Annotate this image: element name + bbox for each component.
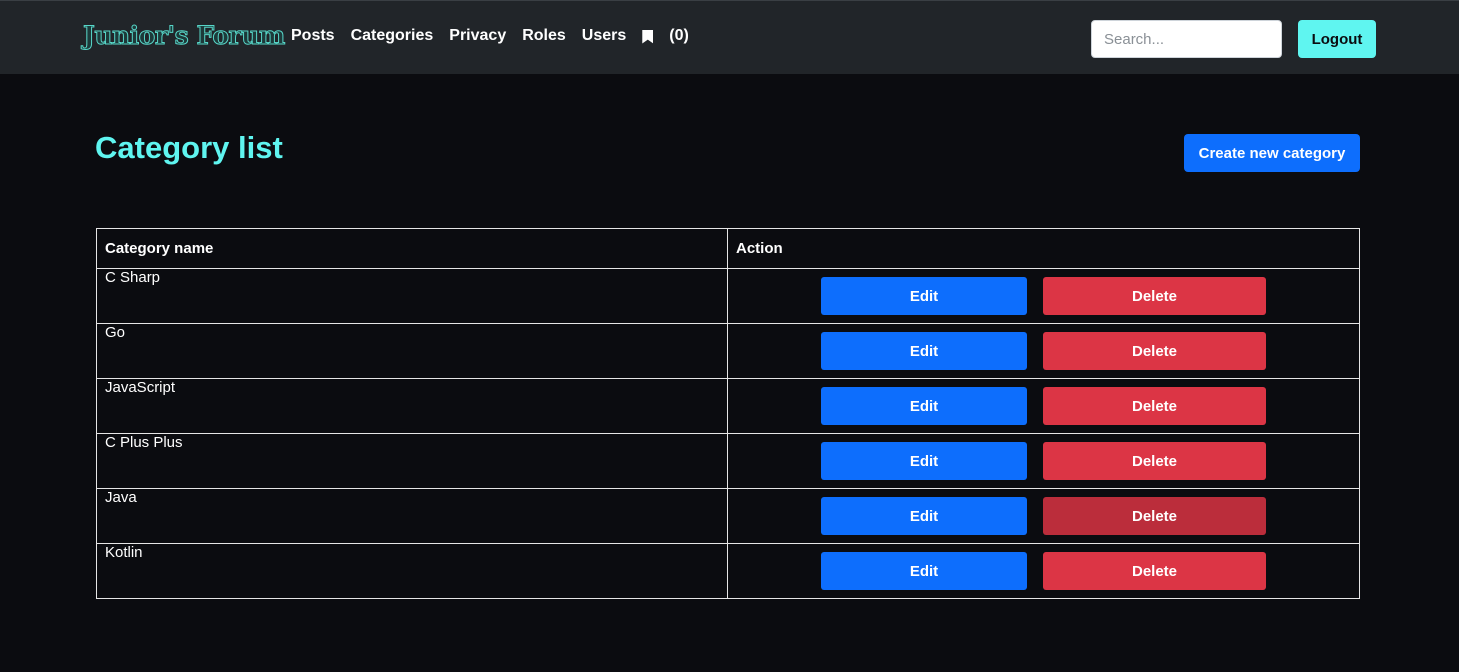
category-table: Category name Action C Sharp Edit Delete… [96, 228, 1360, 599]
delete-button[interactable]: Delete [1043, 552, 1266, 590]
action-cell: Edit Delete [727, 323, 1360, 379]
nav-links: Posts Categories Privacy Roles Users (0) [291, 27, 689, 45]
delete-button[interactable]: Delete [1043, 277, 1266, 315]
column-header-action: Action [727, 228, 1360, 269]
action-cell: Edit Delete [727, 268, 1360, 324]
category-name: Java [96, 488, 728, 544]
action-cell: Edit Delete [727, 543, 1360, 599]
nav-link-roles[interactable]: Roles [522, 27, 566, 45]
edit-button[interactable]: Edit [821, 387, 1027, 425]
category-name: Go [96, 323, 728, 379]
delete-button[interactable]: Delete [1043, 497, 1266, 535]
navbar: Junior's Forum Posts Categories Privacy … [0, 0, 1459, 74]
nav-link-posts[interactable]: Posts [291, 27, 335, 45]
page-title: Category list [95, 130, 283, 165]
table-row: Go Edit Delete [96, 323, 1360, 379]
delete-button[interactable]: Delete [1043, 332, 1266, 370]
bookmark-icon[interactable] [642, 29, 654, 44]
edit-button[interactable]: Edit [821, 277, 1027, 315]
nav-link-users[interactable]: Users [582, 27, 626, 45]
edit-button[interactable]: Edit [821, 552, 1027, 590]
create-category-button[interactable]: Create new category [1184, 134, 1360, 172]
column-header-category-name: Category name [96, 228, 728, 269]
edit-button[interactable]: Edit [821, 442, 1027, 480]
edit-button[interactable]: Edit [821, 497, 1027, 535]
table-row: Kotlin Edit Delete [96, 543, 1360, 599]
action-cell: Edit Delete [727, 433, 1360, 489]
table-header-row: Category name Action [96, 228, 1360, 269]
nav-link-categories[interactable]: Categories [351, 27, 434, 45]
action-cell: Edit Delete [727, 488, 1360, 544]
bookmark-count[interactable]: (0) [669, 27, 689, 45]
delete-button[interactable]: Delete [1043, 442, 1266, 480]
category-name: C Sharp [96, 268, 728, 324]
category-name: JavaScript [96, 378, 728, 434]
delete-button[interactable]: Delete [1043, 387, 1266, 425]
brand-logo[interactable]: Junior's Forum [83, 21, 286, 51]
edit-button[interactable]: Edit [821, 332, 1027, 370]
category-name: Kotlin [96, 543, 728, 599]
search-input[interactable] [1091, 20, 1282, 58]
action-cell: Edit Delete [727, 378, 1360, 434]
table-row: Java Edit Delete [96, 488, 1360, 544]
category-name: C Plus Plus [96, 433, 728, 489]
nav-link-privacy[interactable]: Privacy [449, 27, 506, 45]
logout-button[interactable]: Logout [1298, 20, 1376, 58]
table-row: C Plus Plus Edit Delete [96, 433, 1360, 489]
table-row: JavaScript Edit Delete [96, 378, 1360, 434]
table-row: C Sharp Edit Delete [96, 268, 1360, 324]
